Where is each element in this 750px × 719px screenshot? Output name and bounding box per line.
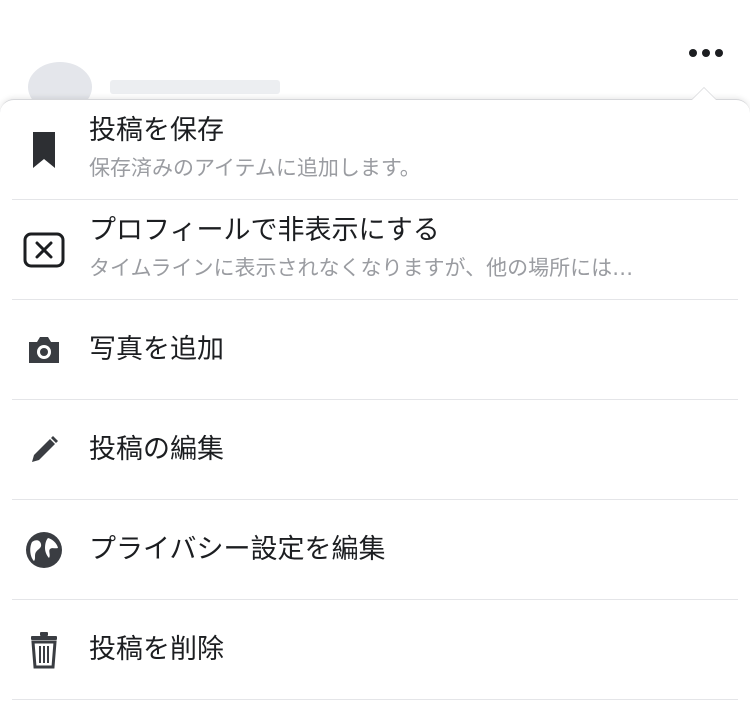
- menu-item-description: 保存済みのアイテムに追加します。: [89, 156, 421, 180]
- menu-item-label: 投稿を保存: [89, 115, 224, 146]
- menu-item-description: タイムラインに表示されなくなりますが、他の場所には…: [89, 256, 634, 280]
- close-box-icon: [22, 228, 66, 272]
- menu-item-add-photo[interactable]: 写真を追加: [0, 300, 750, 400]
- bookmark-icon: [22, 128, 66, 172]
- post-author-name: [110, 80, 280, 94]
- menu-item-label: 写真を追加: [89, 334, 224, 365]
- post-options-menu: 投稿を保存 保存済みのアイテムに追加します。 プロフィールで非表示にする タイム…: [0, 99, 750, 719]
- globe-icon: [22, 528, 66, 572]
- menu-item-label: 投稿を削除: [89, 634, 224, 665]
- menu-item-hide-from-profile[interactable]: プロフィールで非表示にする タイムラインに表示されなくなりますが、他の場所には…: [0, 200, 750, 300]
- menu-item-edit-post[interactable]: 投稿の編集: [0, 400, 750, 500]
- trash-icon: [22, 628, 66, 672]
- more-options-button[interactable]: [682, 38, 730, 68]
- menu-pointer: [692, 88, 716, 100]
- menu-item-edit-privacy[interactable]: プライバシー設定を編集: [0, 500, 750, 600]
- pencil-icon: [22, 428, 66, 472]
- menu-item-label: 投稿の編集: [89, 434, 224, 465]
- post-header: [0, 0, 750, 112]
- camera-icon: [22, 328, 66, 372]
- menu-item-label: プライバシー設定を編集: [89, 534, 386, 565]
- menu-item-save-post[interactable]: 投稿を保存 保存済みのアイテムに追加します。: [0, 100, 750, 200]
- menu-item-label: プロフィールで非表示にする: [89, 215, 440, 246]
- menu-item-delete-post[interactable]: 投稿を削除: [0, 600, 750, 700]
- more-dots-icon: [689, 49, 723, 57]
- divider: [12, 699, 738, 700]
